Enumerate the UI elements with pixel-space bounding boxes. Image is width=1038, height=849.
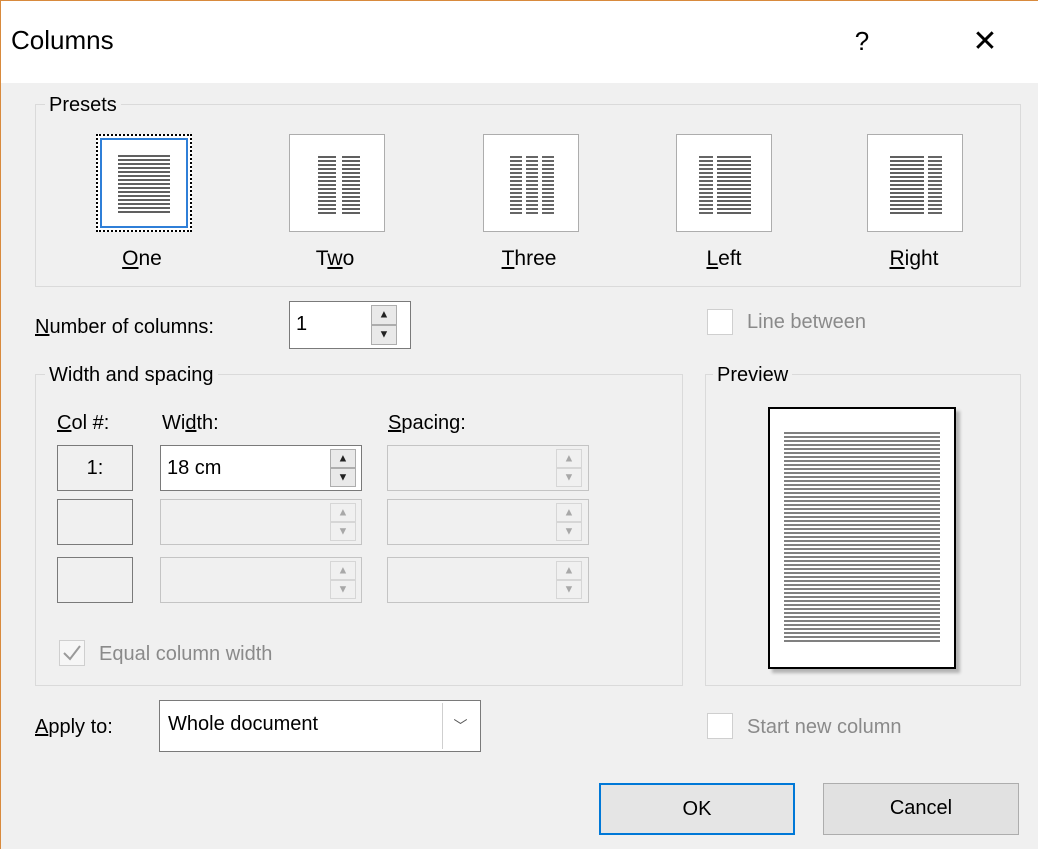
spin-up-button[interactable]: ▲ (556, 561, 582, 580)
line-between-label: Line between (747, 311, 866, 333)
preset-three-label: Three (501, 247, 557, 270)
start-new-column-label: Start new column (747, 716, 902, 738)
equal-column-width-checkbox[interactable] (59, 640, 85, 666)
triangle-down-icon: ▼ (337, 471, 349, 483)
spin-down-button[interactable]: ▼ (330, 580, 356, 599)
start-new-column-checkbox[interactable] (707, 713, 733, 739)
two-columns-icon (318, 156, 360, 214)
triangle-up-icon: ▲ (563, 564, 575, 576)
cancel-button[interactable]: Cancel (823, 783, 1019, 835)
equal-column-width-label: Equal column width (99, 643, 273, 665)
triangle-up-icon: ▲ (563, 452, 575, 464)
width-spacing-group-label: Width and spacing (45, 363, 218, 387)
title-bar: Columns ? ✕ (1, 1, 1038, 83)
left-column-icon (699, 156, 751, 214)
apply-to-value: Whole document (168, 713, 319, 735)
one-column-icon (118, 155, 170, 213)
spin-up-button[interactable]: ▲ (371, 305, 397, 325)
spin-down-button[interactable]: ▼ (330, 522, 356, 541)
close-icon: ✕ (972, 25, 998, 58)
triangle-down-icon: ▼ (337, 583, 349, 595)
presets-group-label: Presets (45, 93, 121, 117)
spacing-spinner[interactable]: ▲ ▼ (556, 503, 582, 541)
number-of-columns-label: Number of columns: (35, 316, 214, 338)
triangle-up-icon: ▲ (337, 506, 349, 518)
triangle-up-icon: ▲ (563, 506, 575, 518)
number-of-columns-spinner[interactable]: ▲ ▼ (371, 305, 397, 345)
spacing-header: Spacing: (388, 412, 466, 434)
spin-down-button[interactable]: ▼ (556, 522, 582, 541)
help-button[interactable]: ? (847, 21, 877, 61)
preset-one-button[interactable] (96, 134, 192, 232)
spin-up-button[interactable]: ▲ (556, 449, 582, 468)
spin-up-button[interactable]: ▲ (330, 561, 356, 580)
apply-to-select[interactable]: Whole document ﹀ (159, 700, 481, 752)
preset-two-label: Two (315, 247, 355, 270)
width-header: Width: (162, 412, 219, 434)
dialog-title: Columns (11, 25, 114, 55)
preset-two-button[interactable] (289, 134, 385, 232)
triangle-down-icon: ▼ (563, 471, 575, 483)
spin-up-button[interactable]: ▲ (556, 503, 582, 522)
spin-down-button[interactable]: ▼ (330, 468, 356, 487)
line-between-checkbox[interactable] (707, 309, 733, 335)
columns-dialog: Columns ? ✕ Presets One Two Three Left R… (0, 0, 1038, 849)
width-spinner[interactable]: ▲ ▼ (330, 503, 356, 541)
triangle-down-icon: ▼ (337, 525, 349, 537)
col-number-header: Col #: (57, 412, 110, 434)
preset-left-button[interactable] (676, 134, 772, 232)
preset-right-label: Right (889, 247, 939, 270)
triangle-down-icon: ▼ (378, 328, 390, 341)
triangle-down-icon: ▼ (563, 525, 575, 537)
close-button[interactable]: ✕ (961, 21, 1009, 65)
triangle-up-icon: ▲ (337, 452, 349, 464)
preset-left-label: Left (706, 247, 742, 270)
preview-text-lines (784, 432, 940, 642)
spacing-spinner[interactable]: ▲ ▼ (556, 449, 582, 487)
preview-group-label: Preview (713, 363, 793, 387)
triangle-up-icon: ▲ (337, 564, 349, 576)
col-number-cell: 1: (57, 445, 133, 491)
preset-three-button[interactable] (483, 134, 579, 232)
page-preview (768, 407, 956, 669)
apply-to-label: Apply to: (35, 716, 113, 738)
width-spinner[interactable]: ▲ ▼ (330, 449, 356, 487)
preset-right-button[interactable] (867, 134, 963, 232)
spin-up-button[interactable]: ▲ (330, 449, 356, 468)
checkmark-icon (63, 645, 81, 661)
chevron-down-icon[interactable]: ﹀ (442, 703, 478, 749)
spin-up-button[interactable]: ▲ (330, 503, 356, 522)
right-column-icon (890, 156, 942, 214)
three-columns-icon (510, 156, 554, 214)
col-number-cell (57, 499, 133, 545)
width-spinner[interactable]: ▲ ▼ (330, 561, 356, 599)
spin-down-button[interactable]: ▼ (371, 325, 397, 345)
triangle-up-icon: ▲ (378, 308, 390, 321)
ok-button[interactable]: OK (599, 783, 795, 835)
col-number-cell (57, 557, 133, 603)
spin-down-button[interactable]: ▼ (556, 580, 582, 599)
triangle-down-icon: ▼ (563, 583, 575, 595)
preset-one-label: One (122, 247, 162, 270)
spacing-spinner[interactable]: ▲ ▼ (556, 561, 582, 599)
spin-down-button[interactable]: ▼ (556, 468, 582, 487)
